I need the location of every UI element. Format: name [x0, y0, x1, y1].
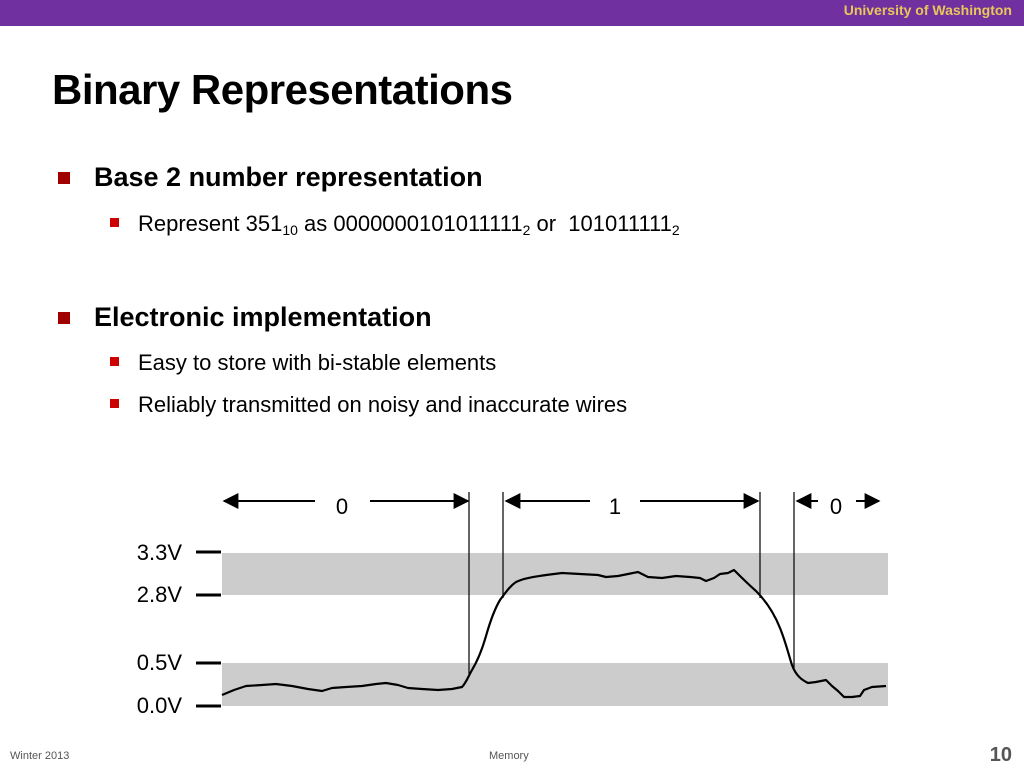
bit-label: 1	[609, 494, 621, 519]
voltage-diagram: 3.3V 2.8V 0.5V 0.0V 0 1 0	[137, 492, 888, 718]
voltage-label: 3.3V	[137, 540, 183, 565]
voltage-label: 0.5V	[137, 650, 183, 675]
page-number: 10	[989, 744, 1012, 766]
footer-topic: Memory	[489, 750, 529, 762]
voltage-label: 0.0V	[137, 693, 183, 718]
bit-label: 0	[336, 494, 348, 519]
voltage-label: 2.8V	[137, 582, 183, 607]
bit-label: 0	[830, 494, 842, 519]
low-voltage-band	[222, 663, 888, 706]
footer-course: Winter 2013	[10, 750, 70, 762]
